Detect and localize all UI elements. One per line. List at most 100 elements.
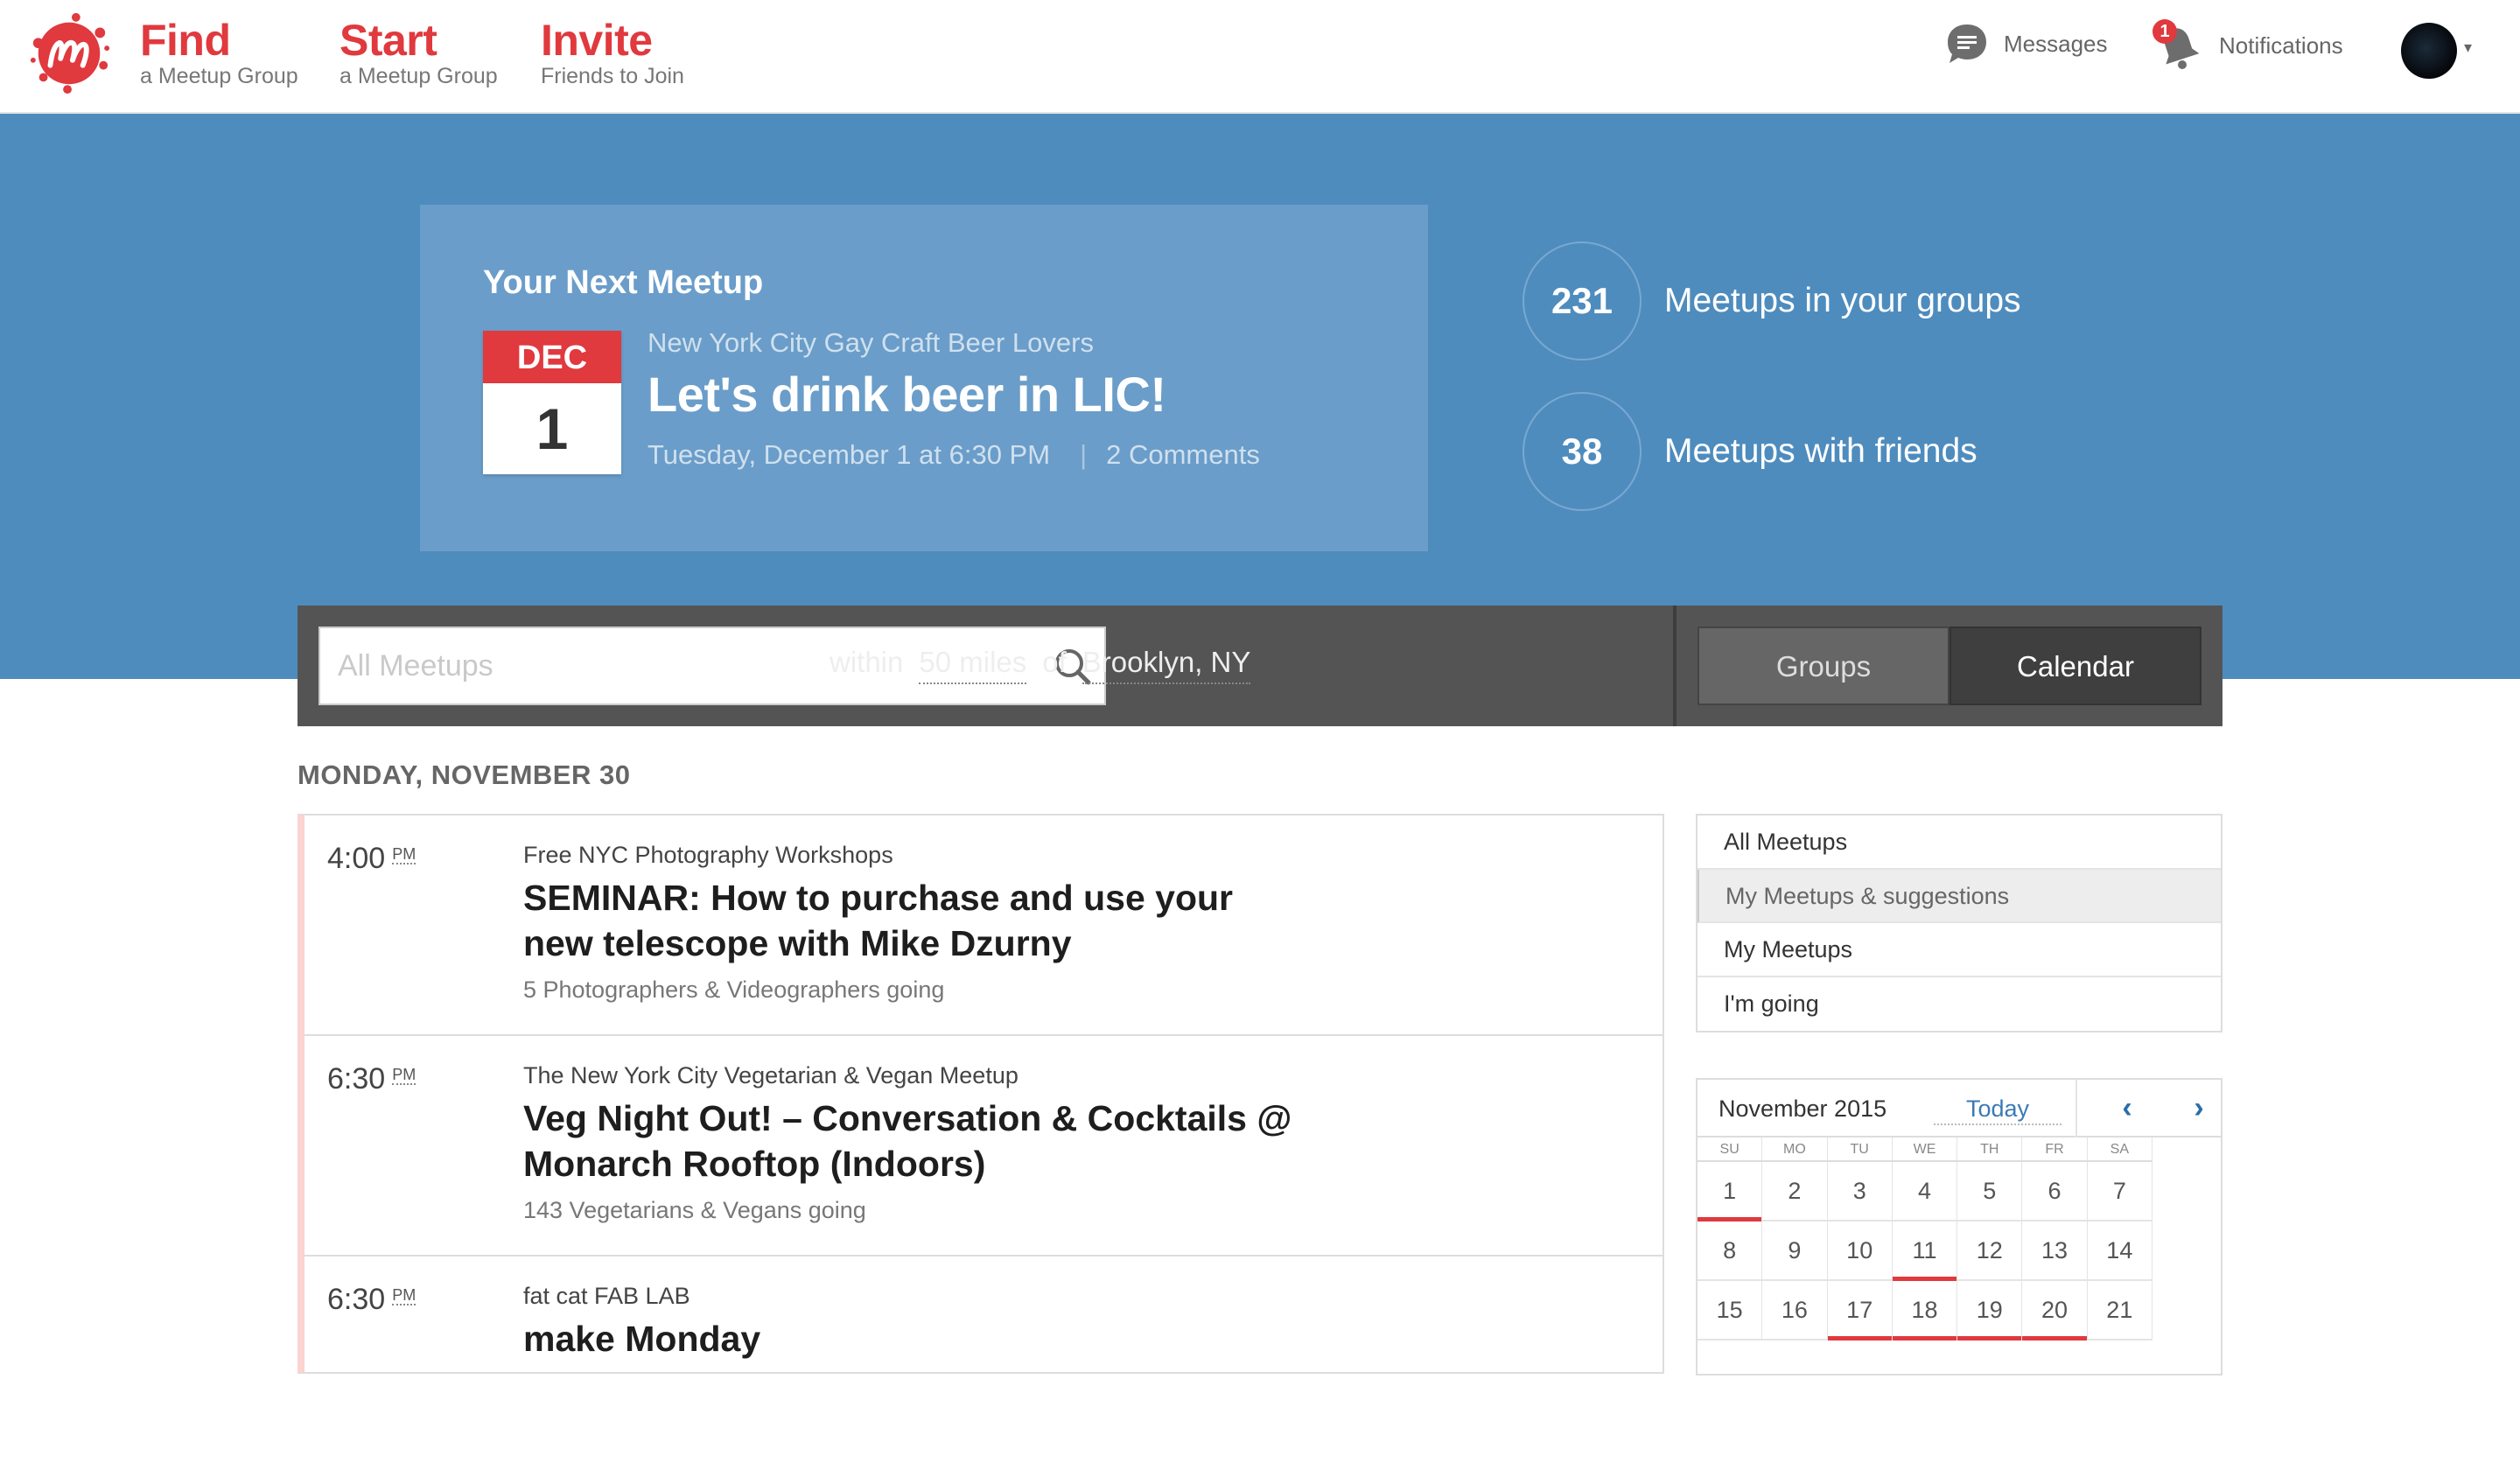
notifications-icon-wrap: 1 (2152, 19, 2205, 70)
weekday-label: SA (2088, 1138, 2152, 1160)
invite-label: Invite (541, 16, 653, 65)
calendar-day-cell[interactable]: 6 (2022, 1162, 2088, 1220)
calendar-day-cell[interactable]: 20 (2022, 1281, 2088, 1340)
weekday-label: TU (1828, 1138, 1893, 1160)
location-dropdown[interactable]: Brooklyn, NY (1082, 646, 1251, 684)
stat-label: Meetups in your groups (1664, 282, 2021, 319)
day-heading: MONDAY, NOVEMBER 30 (298, 760, 631, 790)
event-ampm: PM (392, 1066, 416, 1085)
notification-count-badge: 1 (2152, 19, 2177, 44)
calendar-day-cell[interactable]: 3 (1828, 1162, 1893, 1220)
calendar-day-cell[interactable]: 8 (1698, 1222, 1763, 1279)
calendar-day-cell[interactable]: 1 (1698, 1162, 1763, 1222)
calendar-day-cell[interactable]: 11 (1892, 1222, 1958, 1281)
event-group[interactable]: The New York City Vegetarian & Vegan Mee… (523, 1062, 1018, 1089)
notifications-label: Notifications (2219, 32, 2343, 59)
calendar-day-cell[interactable]: 15 (1698, 1281, 1763, 1339)
calendar-day-cell[interactable]: 2 (1762, 1162, 1828, 1220)
next-meetup-card[interactable]: Your Next Meetup DEC 1 New York City Gay… (420, 205, 1428, 551)
event-time-value: 6:30 (327, 1283, 386, 1316)
invite-friends-link[interactable]: Invite Friends to Join (541, 12, 684, 89)
calendar-header: November 2015 Today ‹ › (1698, 1080, 2221, 1138)
event-title[interactable]: SEMINAR: How to purchase and use your ne… (523, 875, 1311, 966)
start-label: Start (340, 16, 438, 65)
chevron-down-icon[interactable]: ▾ (2464, 38, 2472, 57)
calendar-day-cell[interactable]: 4 (1893, 1162, 1958, 1220)
calendar-day-cell[interactable]: 21 (2088, 1281, 2152, 1339)
chevron-left-icon[interactable]: ‹ (2105, 1088, 2149, 1129)
calendar-week: 8 9 10 11 12 13 14 (1698, 1222, 2152, 1281)
event-ampm: PM (392, 1286, 416, 1306)
calendar-month: DEC (483, 331, 621, 383)
divider (1673, 606, 1676, 726)
notifications-link[interactable]: 1 Notifications (2152, 19, 2343, 70)
hero-banner: Your Next Meetup DEC 1 New York City Gay… (0, 114, 2520, 679)
filter-all-meetups[interactable]: All Meetups (1698, 816, 2221, 870)
calendar-day-cell[interactable]: 10 (1828, 1222, 1893, 1279)
event-time: 6:30 PM (327, 1283, 416, 1317)
divider (2076, 1080, 2077, 1138)
event-group[interactable]: fat cat FAB LAB (523, 1283, 690, 1310)
event-item[interactable]: 6:30 PM The New York City Vegetarian & Ve… (304, 1036, 1662, 1256)
event-list: 4:00 PM Free NYC Photography Workshops SE… (298, 814, 1664, 1374)
stat-meetups-with-friends[interactable]: 38 Meetups with friends (1522, 392, 1978, 511)
distance-dropdown[interactable]: 50 miles (919, 646, 1027, 684)
user-avatar[interactable] (2401, 23, 2457, 79)
next-meetup-group[interactable]: New York City Gay Craft Beer Lovers (648, 327, 1094, 359)
calendar-day-cell[interactable]: 16 (1762, 1281, 1828, 1339)
calendar-day-cell[interactable]: 5 (1957, 1162, 2023, 1220)
calendar-day-cell[interactable]: 7 (2088, 1162, 2152, 1220)
calendar-day-cell[interactable]: 12 (1957, 1222, 2023, 1279)
search-bar: within 50 miles of Brooklyn, NY Groups C… (298, 606, 2222, 726)
chevron-right-icon[interactable]: › (2177, 1088, 2221, 1129)
separator: | (1080, 439, 1088, 470)
calendar-day-cell[interactable]: 14 (2088, 1222, 2152, 1279)
messages-link[interactable]: Messages (1944, 21, 2108, 66)
next-meetup-details: Tuesday, December 1 at 6:30 PM | 2 Comme… (648, 439, 1260, 471)
calendar-week: 1 2 3 4 5 6 7 (1698, 1162, 2152, 1222)
find-sublabel: a Meetup Group (140, 64, 298, 88)
event-attendees: 143 Vegetarians & Vegans going (523, 1197, 866, 1223)
event-item[interactable]: 6:30 PM fat cat FAB LAB make Monday (304, 1256, 1662, 1477)
event-title[interactable]: make Monday (523, 1316, 1311, 1362)
mini-calendar: November 2015 Today ‹ › SU MO TU WE TH F… (1696, 1078, 2222, 1376)
event-time-value: 4:00 (327, 842, 386, 875)
calendar-day-cell[interactable]: 19 (1957, 1281, 2023, 1340)
event-item[interactable]: 4:00 PM Free NYC Photography Workshops SE… (304, 816, 1662, 1036)
filter-im-going[interactable]: I'm going (1698, 977, 2221, 1032)
event-title[interactable]: Veg Night Out! – Conversation & Cocktail… (523, 1096, 1311, 1186)
calendar-grid: SU MO TU WE TH FR SA 1 2 3 4 5 6 7 8 9 1… (1698, 1138, 2152, 1340)
weekday-header: SU MO TU WE TH FR SA (1698, 1138, 2152, 1162)
stat-meetups-in-groups[interactable]: 231 Meetups in your groups (1522, 242, 2021, 360)
groups-view-button[interactable]: Groups (1698, 626, 1950, 705)
calendar-day-cell[interactable]: 9 (1762, 1222, 1828, 1279)
stat-label: Meetups with friends (1664, 432, 1978, 470)
chat-bubble-icon (1948, 24, 1986, 63)
within-label: within (830, 646, 904, 678)
of-label: of (1042, 646, 1067, 678)
messages-label: Messages (2004, 30, 2108, 57)
calendar-week: 15 16 17 18 19 20 21 (1698, 1281, 2152, 1340)
comments-link[interactable]: 2 Comments (1106, 439, 1260, 471)
meetup-filter-list: All Meetups My Meetups & suggestions My … (1696, 814, 2222, 1032)
stat-count: 231 (1522, 242, 1642, 360)
calendar-day-cell[interactable]: 18 (1892, 1281, 1958, 1340)
calendar-day-cell[interactable]: 13 (2022, 1222, 2088, 1279)
next-meetup-title[interactable]: Let's drink beer in LIC! (648, 366, 1166, 423)
weekday-label: TH (1957, 1138, 2023, 1160)
top-nav: Find a Meetup Group Start a Meetup Group… (0, 0, 2520, 114)
filter-my-meetups[interactable]: My Meetups (1698, 923, 2221, 977)
calendar-view-button[interactable]: Calendar (1950, 626, 2202, 705)
event-group[interactable]: Free NYC Photography Workshops (523, 842, 893, 869)
filter-my-meetups-suggestions[interactable]: My Meetups & suggestions (1698, 869, 2221, 923)
find-group-link[interactable]: Find a Meetup Group (140, 12, 298, 89)
start-group-link[interactable]: Start a Meetup Group (340, 12, 498, 89)
event-attendees: 5 Photographers & Videographers going (523, 976, 945, 1003)
event-time: 6:30 PM (327, 1062, 416, 1096)
event-ampm: PM (392, 845, 416, 864)
stat-count: 38 (1522, 392, 1642, 511)
calendar-day-cell[interactable]: 17 (1827, 1281, 1893, 1340)
meetup-logo-icon[interactable] (26, 9, 112, 94)
today-button[interactable]: Today (1934, 1092, 2062, 1125)
invite-sublabel: Friends to Join (541, 64, 684, 88)
